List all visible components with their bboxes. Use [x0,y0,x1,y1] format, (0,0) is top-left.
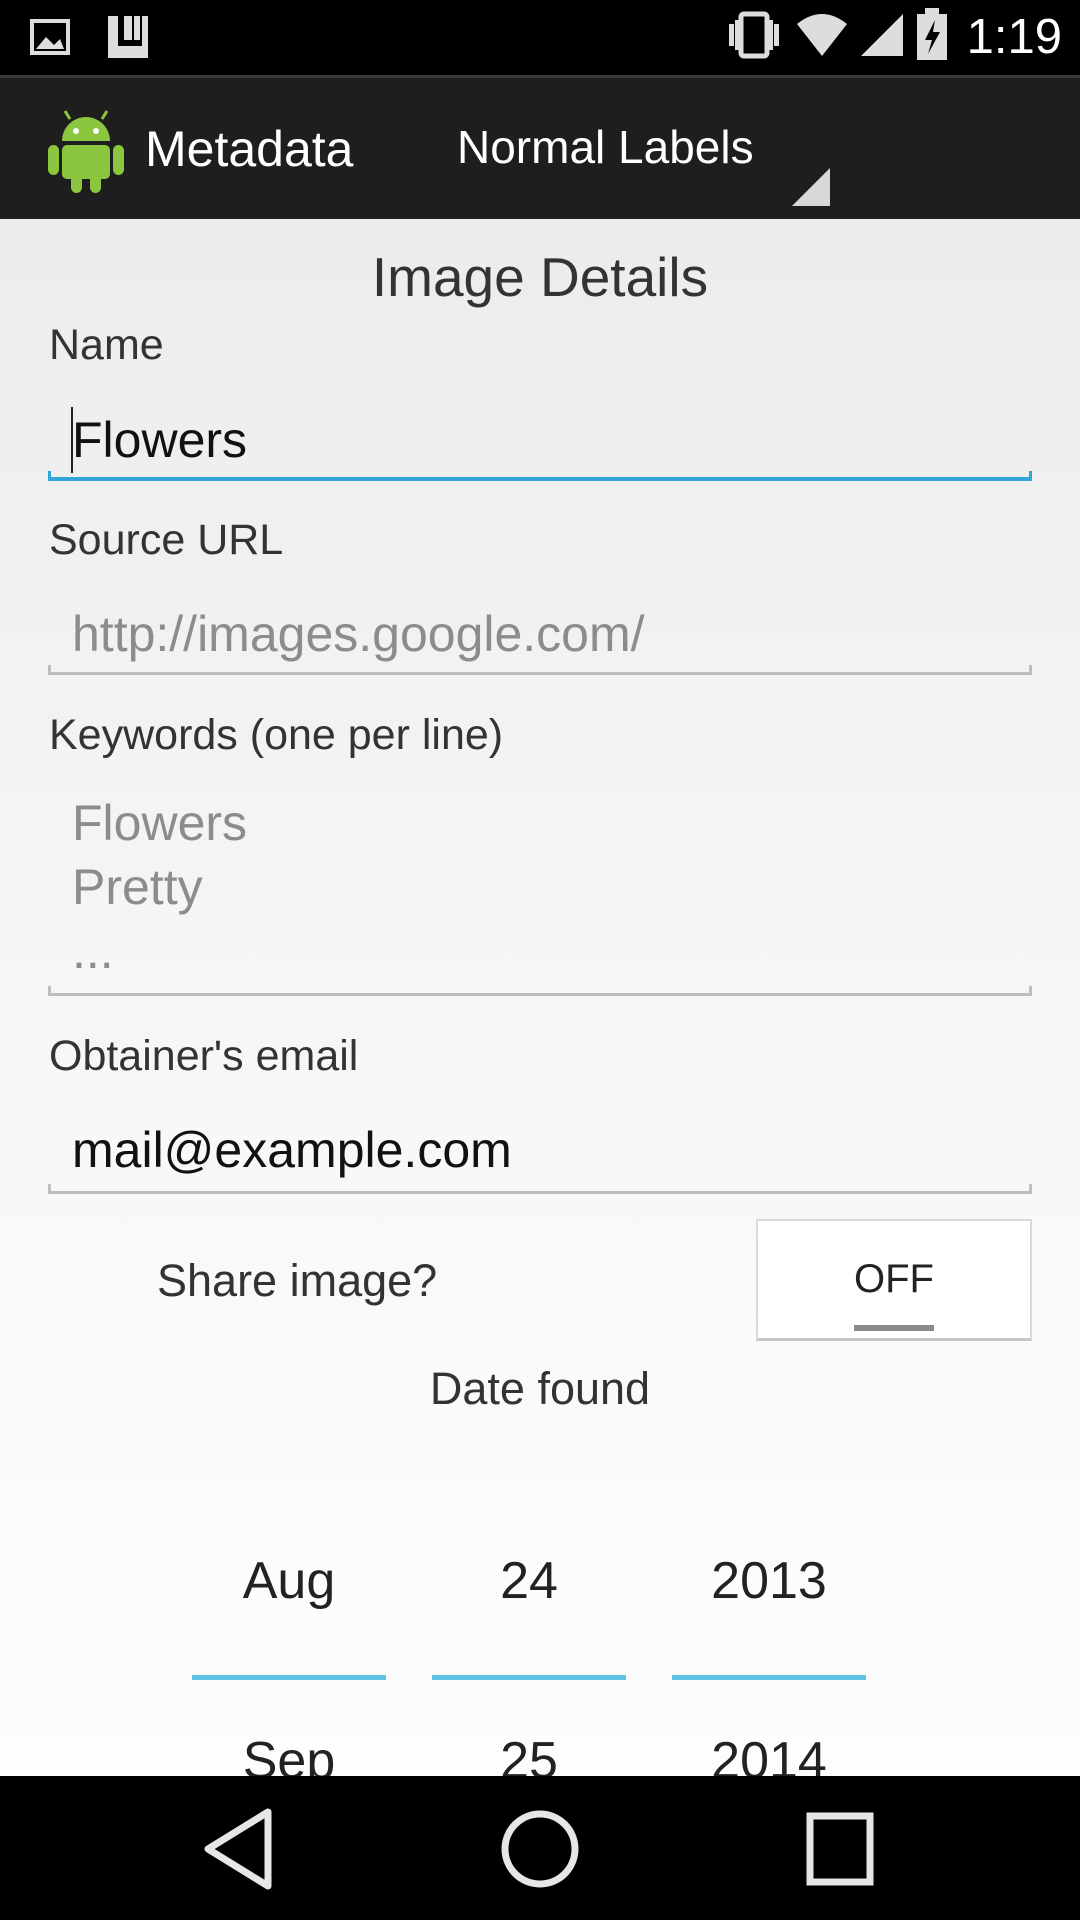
year-picker[interactable]: 2013 2014 [672,1509,866,1776]
source-url-placeholder: http://images.google.com/ [72,606,645,662]
source-url-label: Source URL [49,516,284,564]
toggle-state-text: OFF [854,1257,934,1301]
name-label: Name [49,321,164,369]
year-selection-line [672,1675,866,1680]
recents-icon[interactable] [790,1804,890,1894]
day-current: 24 [500,1552,558,1610]
android-icon[interactable] [44,103,128,195]
name-value: Flowers [72,412,248,468]
keywords-placeholder-line: Flowers [72,795,248,851]
share-image-label: Share image? [157,1255,438,1306]
year-current: 2013 [711,1552,827,1610]
source-url-field[interactable]: http://images.google.com/ [48,583,1032,675]
navigation-bar [0,1776,1080,1920]
label-mode-spinner[interactable]: Normal Labels [440,78,840,222]
battery-charging-icon [915,8,949,66]
image-icon [30,17,70,61]
spinner-arrow-icon [792,168,830,206]
wifi-icon [795,10,849,64]
toggle-indicator [854,1325,934,1331]
day-picker[interactable]: 24 25 [432,1509,626,1776]
share-toggle-button[interactable]: OFF [756,1219,1032,1341]
signal-icon [859,10,905,64]
day-selection-line [432,1675,626,1680]
image-details-form: Image Details Name Flowers Source URL ht… [0,219,1080,1776]
email-label: Obtainer's email [49,1032,359,1080]
month-current: Aug [242,1552,336,1610]
month-next[interactable]: Sep [192,1731,386,1776]
year-next[interactable]: 2014 [672,1731,866,1776]
spinner-value: Normal Labels [457,121,754,173]
month-selection-line [192,1675,386,1680]
app-title: Metadata [145,121,354,177]
keywords-placeholder-line: Pretty [72,859,203,915]
email-value: mail@example.com [72,1122,512,1178]
keywords-field[interactable]: Flowers Pretty ... [48,781,1032,996]
email-field[interactable]: mail@example.com [48,1099,1032,1194]
clock: 1:19 [966,10,1062,64]
day-next[interactable]: 25 [432,1731,626,1776]
keywords-label: Keywords (one per line) [49,711,504,759]
action-bar: Metadata Normal Labels [0,75,1080,219]
home-icon[interactable] [490,1804,590,1894]
status-bar: 1:19 [0,0,1080,75]
form-heading: Image Details [371,246,709,308]
date-found-label: Date found [429,1363,651,1414]
back-icon[interactable] [186,1804,286,1894]
keywords-placeholder-line: ... [72,923,114,979]
month-picker[interactable]: Aug Sep [192,1509,386,1776]
vibrate-icon [725,10,785,64]
name-field[interactable]: Flowers [48,389,1032,481]
clipboard-icon [102,12,152,66]
